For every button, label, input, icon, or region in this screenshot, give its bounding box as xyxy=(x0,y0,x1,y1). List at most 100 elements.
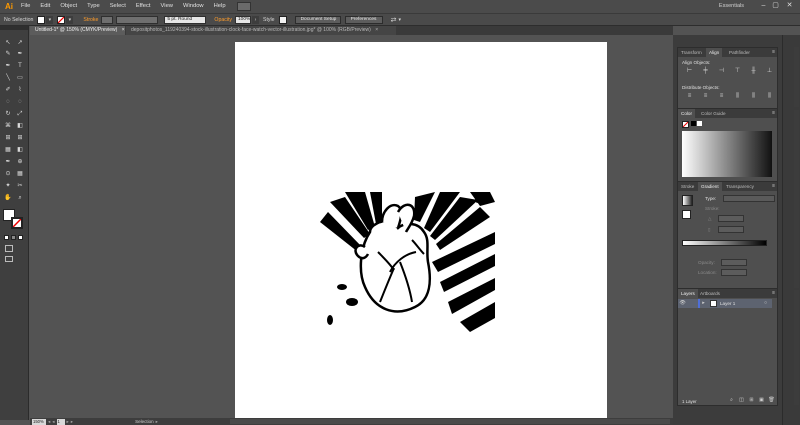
menu-view[interactable]: View xyxy=(156,0,178,13)
column-graph-tool-icon[interactable]: ▦ xyxy=(15,170,25,178)
align-right-icon[interactable]: ⊣ xyxy=(718,68,725,75)
gradient-location-field[interactable] xyxy=(721,269,747,276)
blob-brush-tool-icon[interactable]: ◌ xyxy=(3,98,13,106)
menu-help[interactable]: Help xyxy=(209,0,231,13)
type-tool-icon[interactable]: T xyxy=(15,62,25,70)
make-clipping-mask-icon[interactable]: ◫ xyxy=(738,397,745,404)
close-tab-icon[interactable]: × xyxy=(122,27,125,33)
width-tool-icon[interactable]: ⌘ xyxy=(3,122,13,130)
align-top-icon[interactable]: ⊤ xyxy=(734,68,741,75)
tab-gradient[interactable]: Gradient xyxy=(698,182,722,191)
close-icon[interactable]: ✕ xyxy=(785,2,794,10)
panel-menu-icon[interactable]: ≡ xyxy=(772,183,775,189)
layer-name[interactable]: Layer 1 xyxy=(720,301,735,306)
gradient-scrollbar[interactable] xyxy=(794,183,799,288)
new-layer-icon[interactable]: ▣ xyxy=(758,397,765,404)
color-none-swatch[interactable] xyxy=(682,121,689,128)
tab-transform[interactable]: Transform xyxy=(678,48,705,57)
tab-align[interactable]: Align xyxy=(706,48,723,57)
maximize-icon[interactable]: ▢ xyxy=(771,2,780,10)
panel-menu-icon[interactable]: ≡ xyxy=(772,290,775,296)
opacity-dropdown-icon[interactable]: › xyxy=(252,15,260,24)
gradient-tool-icon[interactable]: ◧ xyxy=(15,146,25,154)
direct-selection-tool-icon[interactable]: ↗ xyxy=(15,39,25,47)
page-field[interactable]: 1 xyxy=(56,418,65,425)
perspective-grid-tool-icon[interactable]: ⊞ xyxy=(15,134,25,142)
align-vertical-center-icon[interactable]: ╫ xyxy=(750,68,757,75)
color-white-swatch[interactable] xyxy=(697,121,702,126)
menu-type[interactable]: Type xyxy=(82,0,105,13)
color-spectrum[interactable] xyxy=(682,131,772,177)
slice-tool-icon[interactable]: ✂ xyxy=(15,182,25,190)
angle-field[interactable] xyxy=(718,215,744,222)
horizontal-scrollbar[interactable] xyxy=(230,419,670,424)
tab-color[interactable]: Color xyxy=(678,109,695,118)
preferences-button[interactable]: Preferences xyxy=(344,15,383,24)
arrange-documents-icon[interactable] xyxy=(236,2,251,11)
style-swatch[interactable] xyxy=(278,15,287,24)
eraser-tool-icon[interactable]: ◌ xyxy=(15,98,25,106)
color-mode-icon[interactable] xyxy=(4,235,9,240)
canvas[interactable] xyxy=(30,35,673,422)
locate-object-icon[interactable]: ⌕ xyxy=(728,397,735,404)
tab-layers[interactable]: Layers xyxy=(678,289,698,298)
distribute-horizontal-center-icon[interactable]: ⫼ xyxy=(750,93,757,100)
align-scrollbar[interactable] xyxy=(794,47,799,107)
minimize-icon[interactable]: – xyxy=(759,2,768,10)
opacity-label[interactable]: Opacity xyxy=(214,17,232,23)
workspace-switcher[interactable]: Essentials xyxy=(719,0,744,13)
gradient-type-select[interactable] xyxy=(723,195,775,202)
stroke-color-swatch[interactable] xyxy=(11,217,23,229)
shape-builder-tool-icon[interactable]: ⊞ xyxy=(3,134,13,142)
gradient-slider[interactable] xyxy=(682,240,767,246)
target-circle-icon[interactable]: ○ xyxy=(762,300,769,307)
distribute-bottom-icon[interactable]: ≡ xyxy=(718,93,725,100)
pen-tool-icon[interactable]: ✒ xyxy=(3,62,13,70)
menu-select[interactable]: Select xyxy=(105,0,131,13)
eyedropper-tool-icon[interactable]: ✒ xyxy=(3,158,13,166)
opacity-field[interactable]: 100% xyxy=(235,15,252,24)
stroke-dropdown-icon[interactable]: ▾ xyxy=(66,15,74,24)
mesh-tool-icon[interactable]: ▦ xyxy=(3,146,13,154)
layers-scrollbar[interactable] xyxy=(794,290,799,405)
color-black-swatch[interactable] xyxy=(691,121,696,126)
layer-row[interactable]: 👁 ▸ Layer 1 ○ xyxy=(678,299,772,308)
rotate-tool-icon[interactable]: ↻ xyxy=(3,110,13,118)
tab-color-guide[interactable]: Color Guide xyxy=(698,109,729,118)
heart-illustration[interactable] xyxy=(320,192,495,332)
lasso-tool-icon[interactable]: ✒ xyxy=(15,50,25,58)
draw-normal-icon[interactable] xyxy=(5,245,13,252)
gradient-fill-swatch[interactable] xyxy=(682,210,691,219)
tab-untitled-1[interactable]: Untitled-1* @ 150% (CMYK/Preview) × xyxy=(30,26,125,35)
artboard[interactable] xyxy=(235,42,607,422)
panel-menu-icon[interactable]: ≡ xyxy=(772,110,775,116)
next-page-icon[interactable]: ▸ xyxy=(67,419,69,425)
menu-object[interactable]: Object xyxy=(55,0,82,13)
arrange-icon[interactable]: ⇄ xyxy=(391,16,397,24)
menu-edit[interactable]: Edit xyxy=(35,0,55,13)
prev-page-icon[interactable]: ◂ xyxy=(52,419,54,425)
rectangle-tool-icon[interactable]: ▭ xyxy=(15,74,25,82)
variable-width-field[interactable] xyxy=(116,15,159,24)
tab-depositphotos[interactable]: depositphotos_119240394-stock-illustrati… xyxy=(126,26,396,35)
line-tool-icon[interactable]: ╲ xyxy=(3,74,13,82)
none-mode-icon[interactable] xyxy=(18,235,23,240)
align-horizontal-center-icon[interactable]: ╪ xyxy=(702,68,709,75)
document-setup-button[interactable]: Document Setup xyxy=(294,15,341,24)
gradient-opacity-field[interactable] xyxy=(721,259,747,266)
tab-stroke[interactable]: Stroke xyxy=(678,182,697,191)
gradient-thumbnail[interactable] xyxy=(682,195,693,206)
artboard-tool-icon[interactable]: ✦ xyxy=(3,182,13,190)
first-page-icon[interactable]: ◂ xyxy=(48,419,50,425)
hand-tool-icon[interactable]: ✋ xyxy=(3,194,13,202)
zoom-field[interactable]: 150% xyxy=(32,418,46,425)
aspect-ratio-field[interactable] xyxy=(718,226,744,233)
align-bottom-icon[interactable]: ⊥ xyxy=(766,68,773,75)
last-page-icon[interactable]: ▸ xyxy=(71,419,73,425)
panel-menu-icon[interactable]: ≡ xyxy=(772,49,775,55)
close-tab-icon[interactable]: × xyxy=(375,27,378,33)
magic-wand-tool-icon[interactable]: ✎ xyxy=(3,50,13,58)
visibility-eye-icon[interactable]: 👁 xyxy=(679,300,686,307)
stroke-label[interactable]: Stroke xyxy=(83,17,98,23)
fill-swatch[interactable] xyxy=(37,15,46,24)
